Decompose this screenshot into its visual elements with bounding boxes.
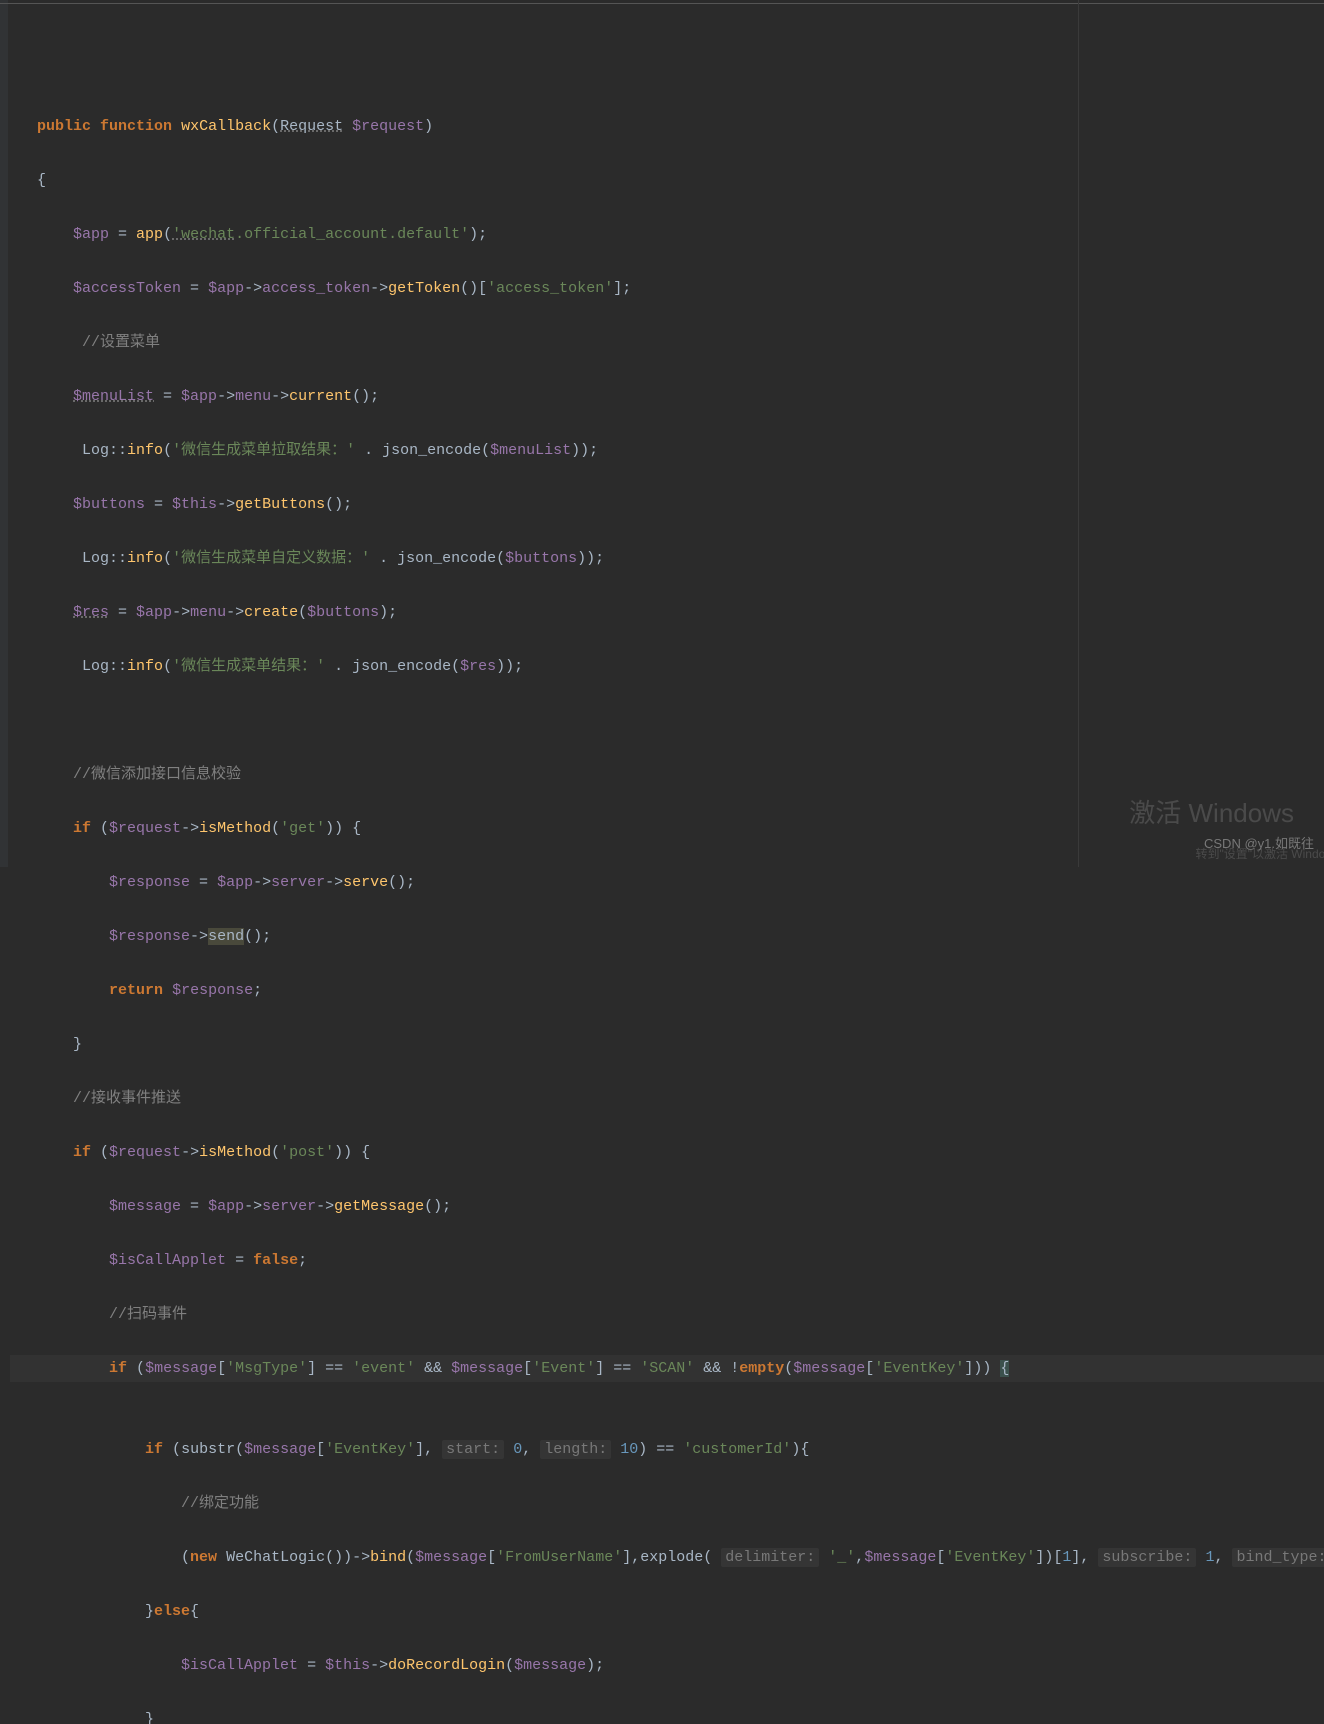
- code-line[interactable]: if ($request->isMethod('post')) {: [10, 1139, 1324, 1166]
- code-line[interactable]: $message = $app->server->getMessage();: [10, 1193, 1324, 1220]
- code-line[interactable]: $response->send();: [10, 923, 1324, 950]
- code-editor[interactable]: public function wxCallback(Request $requ…: [0, 0, 1324, 867]
- code-line[interactable]: //微信添加接口信息校验: [10, 761, 1324, 788]
- code-line[interactable]: $accessToken = $app->access_token->getTo…: [10, 275, 1324, 302]
- code-line[interactable]: Log::info('微信生成菜单拉取结果：' . json_encode($m…: [10, 437, 1324, 464]
- windows-activation-watermark: 激活 Windows: [1129, 790, 1294, 837]
- code-line[interactable]: (new WeChatLogic())->bind($message['From…: [10, 1544, 1324, 1571]
- code-line[interactable]: if ($request->isMethod('get')) {: [10, 815, 1324, 842]
- code-line[interactable]: return $response;: [10, 977, 1324, 1004]
- top-border: [0, 3, 1324, 4]
- code-line[interactable]: $isCallApplet = $this->doRecordLogin($me…: [10, 1652, 1324, 1679]
- code-line[interactable]: $res = $app->menu->create($buttons);: [10, 599, 1324, 626]
- code-line[interactable]: //设置菜单: [10, 329, 1324, 356]
- code-line[interactable]: }: [10, 1706, 1324, 1724]
- gutter: [0, 0, 8, 867]
- code-line[interactable]: public function wxCallback(Request $requ…: [10, 113, 1324, 140]
- code-line[interactable]: $menuList = $app->menu->current();: [10, 383, 1324, 410]
- margin-line: [1078, 0, 1079, 867]
- code-line[interactable]: //绑定功能: [10, 1490, 1324, 1517]
- code-line[interactable]: $app = app('wechat.official_account.defa…: [10, 221, 1324, 248]
- code-line[interactable]: Log::info('微信生成菜单自定义数据：' . json_encode($…: [10, 545, 1324, 572]
- code-line-current[interactable]: if ($message['MsgType'] == 'event' && $m…: [10, 1355, 1324, 1382]
- code-line[interactable]: $response = $app->server->serve();: [10, 869, 1324, 896]
- windows-activation-sub: 转到"设置"以激活 Window: [1195, 844, 1324, 866]
- code-line[interactable]: $buttons = $this->getButtons();: [10, 491, 1324, 518]
- code-line[interactable]: $isCallApplet = false;: [10, 1247, 1324, 1274]
- code-line[interactable]: {: [10, 167, 1324, 194]
- code-line[interactable]: [10, 1382, 1324, 1409]
- code-line[interactable]: if (substr($message['EventKey'], start: …: [10, 1436, 1324, 1463]
- code-line[interactable]: //接收事件推送: [10, 1085, 1324, 1112]
- code-line[interactable]: Log::info('微信生成菜单结果：' . json_encode($res…: [10, 653, 1324, 680]
- code-line[interactable]: [10, 707, 1324, 734]
- code-line[interactable]: }else{: [10, 1598, 1324, 1625]
- code-line[interactable]: }: [10, 1031, 1324, 1058]
- code-line[interactable]: //扫码事件: [10, 1301, 1324, 1328]
